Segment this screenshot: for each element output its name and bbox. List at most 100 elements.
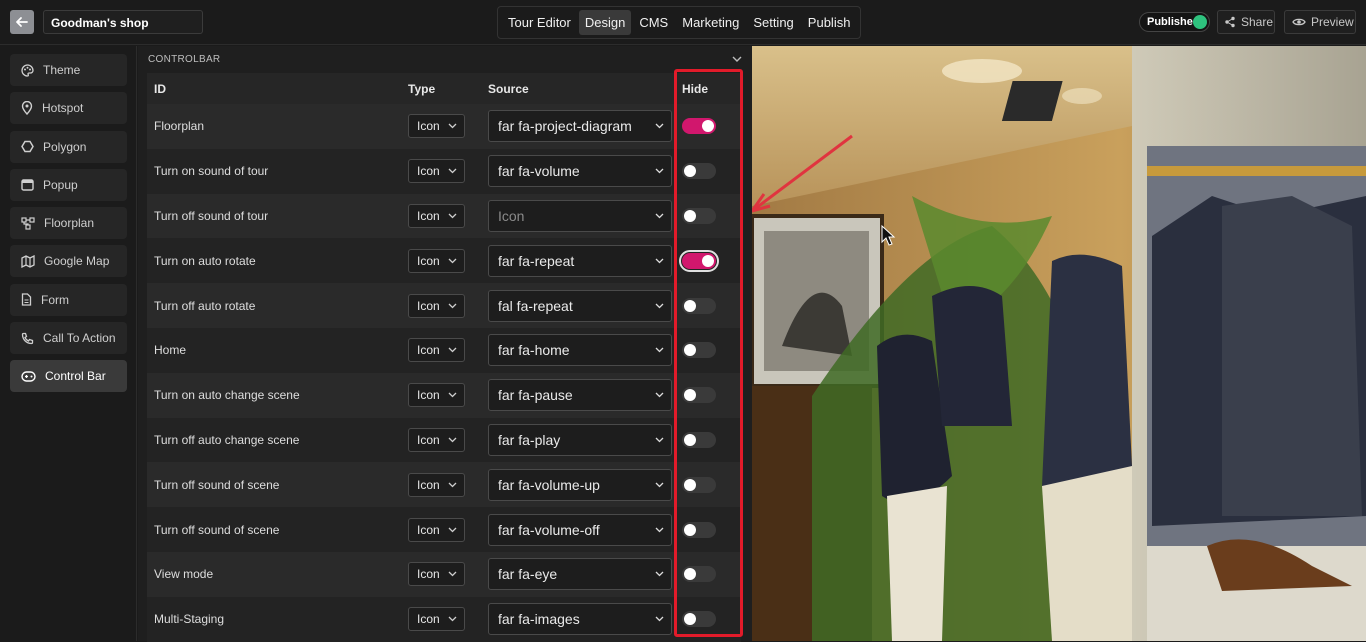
share-label: Share <box>1241 15 1274 29</box>
hide-toggle[interactable] <box>682 611 716 628</box>
type-select[interactable]: Icon <box>408 607 465 632</box>
hexagon-icon <box>21 140 34 153</box>
row-id: Multi-Staging <box>154 612 225 627</box>
chevron-down-icon <box>448 168 457 174</box>
source-select[interactable]: fal fa-repeat <box>488 289 672 322</box>
table-row: Turn off sound of scene Icon far fa-volume… <box>147 507 741 552</box>
nav-tab-marketing[interactable]: Marketing <box>676 10 745 35</box>
sidebar-item-theme[interactable]: Theme <box>10 54 127 86</box>
nav-tab-cms[interactable]: CMS <box>633 10 674 35</box>
tour-preview-scene[interactable] <box>752 46 1366 641</box>
chevron-down-icon <box>448 347 457 353</box>
sidebar-item-label: Call To Action <box>43 331 116 346</box>
type-cell: Icon <box>402 517 482 542</box>
back-button[interactable] <box>10 10 34 34</box>
hide-toggle[interactable] <box>679 249 719 272</box>
shop-name-input[interactable]: Goodman's shop <box>43 10 203 34</box>
hide-toggle[interactable] <box>682 342 716 359</box>
source-cell: far fa-play <box>482 423 672 456</box>
map-pin-icon <box>21 101 33 116</box>
type-select[interactable]: Icon <box>408 159 465 184</box>
source-select[interactable]: far fa-eye <box>488 558 672 591</box>
source-select[interactable]: far fa-volume-off <box>488 513 672 546</box>
type-select-value: Icon <box>417 522 440 537</box>
type-select[interactable]: Icon <box>408 472 465 497</box>
type-select[interactable]: Icon <box>408 517 465 542</box>
preview-button[interactable]: Preview <box>1284 10 1356 34</box>
eye-icon <box>1292 18 1306 26</box>
source-select[interactable]: far fa-images <box>488 603 672 636</box>
design-sidebar: Theme Hotspot Polygon Popup Floorplan Google … <box>0 46 137 641</box>
type-select[interactable]: Icon <box>408 203 465 228</box>
type-select[interactable]: Icon <box>408 114 465 139</box>
type-cell: Icon <box>402 293 482 318</box>
sidebar-item-popup[interactable]: Popup <box>10 168 127 201</box>
source-select[interactable]: far fa-repeat <box>488 244 672 277</box>
source-select[interactable]: far fa-project-diagram <box>488 110 672 143</box>
source-select-value: far fa-home <box>498 342 570 359</box>
type-select[interactable]: Icon <box>408 293 465 318</box>
hide-toggle[interactable] <box>682 476 716 493</box>
source-cell: far fa-project-diagram <box>482 110 672 143</box>
type-select[interactable]: Icon <box>408 427 465 452</box>
nav-tab-design[interactable]: Design <box>578 10 632 35</box>
chevron-down-icon <box>655 213 664 219</box>
sidebar-item-hotspot[interactable]: Hotspot <box>10 92 127 125</box>
top-bar: Goodman's shop Tour Editor Design CMS Marke… <box>0 0 1366 45</box>
hide-toggle[interactable] <box>682 387 716 404</box>
hide-toggle[interactable] <box>682 207 716 224</box>
source-cell: fal fa-repeat <box>482 289 672 322</box>
hide-toggle[interactable] <box>682 521 716 538</box>
row-id: Home <box>154 343 187 358</box>
type-select[interactable]: Icon <box>408 383 465 408</box>
hide-toggle[interactable] <box>682 297 716 314</box>
source-select-value: far fa-repeat <box>498 252 575 269</box>
row-id: Turn on auto rotate <box>154 253 256 268</box>
source-select[interactable]: Icon <box>488 199 672 232</box>
toggle-knob <box>684 209 696 222</box>
hide-toggle[interactable] <box>682 431 716 448</box>
type-select[interactable]: Icon <box>408 562 465 587</box>
source-select[interactable]: far fa-play <box>488 423 672 456</box>
chevron-down-icon <box>448 303 457 309</box>
toggle-knob <box>684 299 696 312</box>
source-select[interactable]: far fa-pause <box>488 379 672 412</box>
type-select[interactable]: Icon <box>408 248 465 273</box>
source-select-value: fal fa-repeat <box>498 297 573 314</box>
toggle-knob <box>684 613 696 626</box>
toggle-knob <box>702 254 714 267</box>
type-select[interactable]: Icon <box>408 338 465 363</box>
palette-icon <box>21 63 34 77</box>
source-select[interactable]: far fa-volume-up <box>488 468 672 501</box>
type-cell: Icon <box>402 114 482 139</box>
sidebar-item-control-bar[interactable]: Control Bar <box>10 360 127 393</box>
sidebar-item-google-map[interactable]: Google Map <box>10 245 127 278</box>
phone-icon <box>21 332 34 345</box>
source-cell: far fa-volume <box>482 155 672 188</box>
hide-cell <box>672 118 741 135</box>
controlbar-panel: CONTROLBAR ID Type Source Hide Floorplan… <box>138 46 752 642</box>
hide-toggle[interactable] <box>682 566 716 583</box>
nav-tab-tour-editor[interactable]: Tour Editor <box>502 10 577 35</box>
row-id: Turn on sound of tour <box>154 164 269 179</box>
row-id: Turn off sound of tour <box>154 208 269 223</box>
published-status[interactable]: Published <box>1139 12 1210 32</box>
sidebar-item-call-to-action[interactable]: Call To Action <box>10 322 127 355</box>
sidebar-item-polygon[interactable]: Polygon <box>10 130 127 163</box>
sidebar-item-floorplan[interactable]: Floorplan <box>10 207 127 240</box>
type-cell: Icon <box>402 562 482 587</box>
hide-toggle[interactable] <box>682 163 716 180</box>
nav-tab-publish[interactable]: Publish <box>802 10 857 35</box>
nav-tab-setting[interactable]: Setting <box>747 10 799 35</box>
sidebar-item-label: Form <box>41 292 69 307</box>
sidebar-item-form[interactable]: Form <box>10 283 127 316</box>
row-id: Floorplan <box>154 119 205 134</box>
share-button[interactable]: Share <box>1217 10 1275 34</box>
source-select[interactable]: far fa-volume <box>488 155 672 188</box>
hide-toggle[interactable] <box>682 118 716 135</box>
sidebar-item-label: Polygon <box>43 139 87 154</box>
share-icon <box>1225 16 1235 28</box>
chevron-down-icon[interactable] <box>732 55 742 63</box>
source-select[interactable]: far fa-home <box>488 334 672 367</box>
chevron-down-icon <box>655 123 664 129</box>
